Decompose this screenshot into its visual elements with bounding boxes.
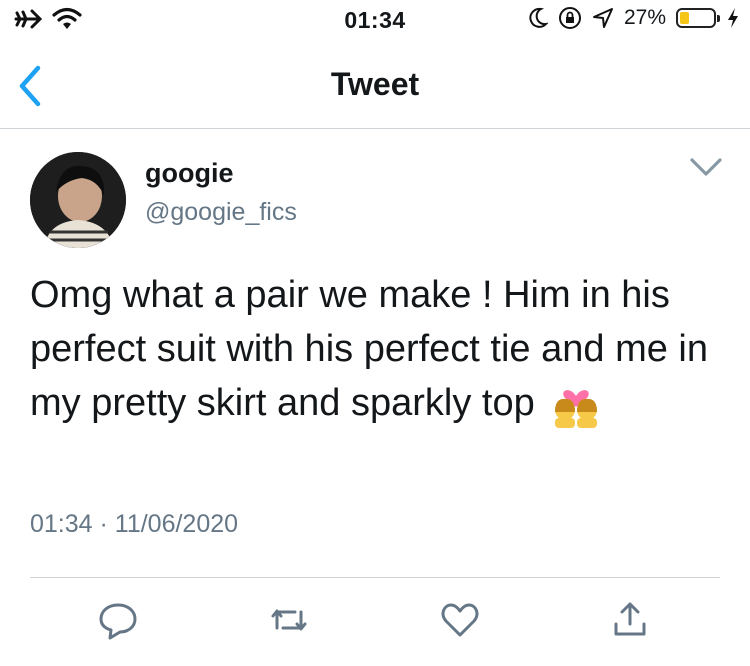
status-bar: 01:34 27% — [0, 0, 750, 40]
avatar-photo — [30, 152, 126, 248]
nav-bar: Tweet — [0, 44, 750, 129]
reply-icon[interactable] — [96, 598, 140, 642]
battery-percent: 27% — [623, 6, 666, 29]
retweet-icon[interactable] — [267, 598, 311, 642]
couple-with-heart-icon — [555, 390, 598, 428]
battery-icon — [676, 8, 720, 28]
like-icon[interactable] — [438, 598, 482, 642]
tweet-text: Omg what a pair we make ! Him in his per… — [30, 268, 720, 430]
status-right: 27% — [528, 6, 740, 30]
charging-icon — [728, 8, 738, 28]
chevron-down-icon[interactable] — [686, 152, 726, 182]
author-handle[interactable]: @googie_fics — [145, 198, 297, 227]
tweet-actions — [0, 598, 750, 648]
location-icon — [592, 8, 613, 28]
avatar[interactable] — [30, 152, 126, 248]
battery-level — [680, 12, 689, 24]
moon-icon — [529, 7, 548, 28]
page-title: Tweet — [330, 66, 420, 102]
tweet-body: Omg what a pair we make ! Him in his per… — [30, 274, 708, 424]
tweet-timestamp: 01:34 · 11/06/2020 — [30, 510, 239, 538]
share-icon[interactable] — [608, 598, 652, 642]
orientation-lock-icon — [558, 7, 581, 29]
author-name[interactable]: googie — [145, 158, 234, 189]
divider — [30, 577, 720, 578]
